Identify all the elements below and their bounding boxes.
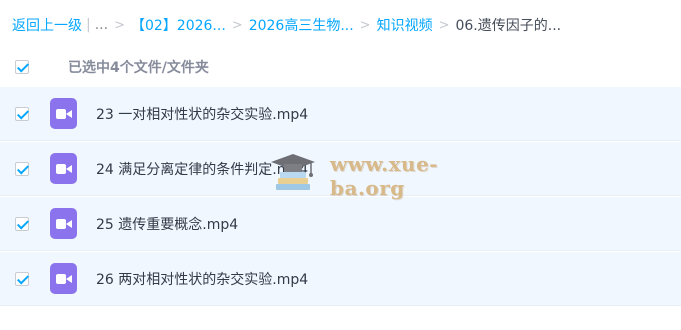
breadcrumb-ellipsis[interactable]: ... [95, 17, 108, 33]
file-name[interactable]: 24 满足分离定律的条件判定.mp4 [96, 159, 308, 179]
video-file-icon [50, 208, 77, 239]
file-row[interactable]: 25 遗传重要概念.mp4 [0, 197, 681, 251]
file-row[interactable]: 26 两对相对性状的杂交实验.mp4 [0, 252, 681, 306]
file-name[interactable]: 25 遗传重要概念.mp4 [96, 214, 238, 234]
breadcrumb-item[interactable]: 【02】2026... [131, 15, 226, 35]
breadcrumb-current: 06.遗传因子的... [455, 18, 562, 34]
selection-header: 已选中4个文件/文件夹 [0, 53, 681, 81]
file-name[interactable]: 26 两对相对性状的杂交实验.mp4 [96, 269, 308, 289]
file-checkbox[interactable] [15, 216, 29, 231]
chevron-right-icon: > [114, 17, 125, 33]
file-checkbox[interactable] [15, 271, 29, 286]
file-row[interactable]: 24 满足分离定律的条件判定.mp4 [0, 142, 681, 196]
breadcrumb: 返回上一级 | ... > 【02】2026... > 2026高三生物... … [12, 14, 561, 36]
breadcrumb-divider: | [86, 17, 91, 33]
chevron-right-icon: > [438, 17, 450, 33]
chevron-right-icon: > [231, 17, 243, 33]
selection-count: 已选中4个文件/文件夹 [68, 60, 209, 76]
chevron-right-icon: > [359, 17, 371, 33]
back-link[interactable]: 返回上一级 [12, 15, 82, 35]
select-all-checkbox[interactable] [15, 60, 29, 74]
file-name[interactable]: 23 一对相对性状的杂交实验.mp4 [96, 104, 308, 124]
file-checkbox[interactable] [15, 161, 29, 176]
video-file-icon [50, 153, 77, 184]
file-checkbox[interactable] [15, 106, 29, 121]
breadcrumb-item[interactable]: 知识视频 [377, 15, 433, 35]
file-row[interactable]: 23 一对相对性状的杂交实验.mp4 [0, 87, 681, 141]
video-file-icon [50, 98, 77, 129]
breadcrumb-item[interactable]: 2026高三生物... [249, 15, 354, 35]
video-file-icon [50, 263, 77, 294]
